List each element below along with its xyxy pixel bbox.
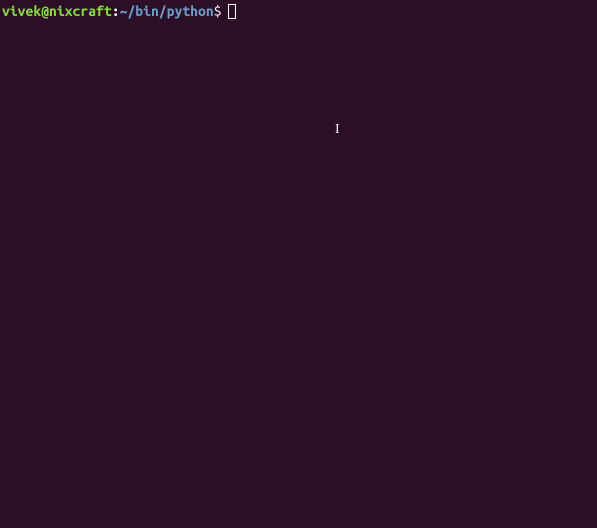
cursor-block-icon — [228, 4, 236, 19]
prompt-symbol: $ — [214, 2, 222, 20]
current-directory: ~/bin/python — [120, 2, 214, 20]
prompt-line: vivek@nixcraft:~/bin/python$ — [2, 2, 595, 20]
terminal-window[interactable]: vivek@nixcraft:~/bin/python$ — [0, 0, 597, 528]
user-host-label: vivek@nixcraft — [2, 2, 112, 20]
path-separator: : — [112, 2, 120, 20]
